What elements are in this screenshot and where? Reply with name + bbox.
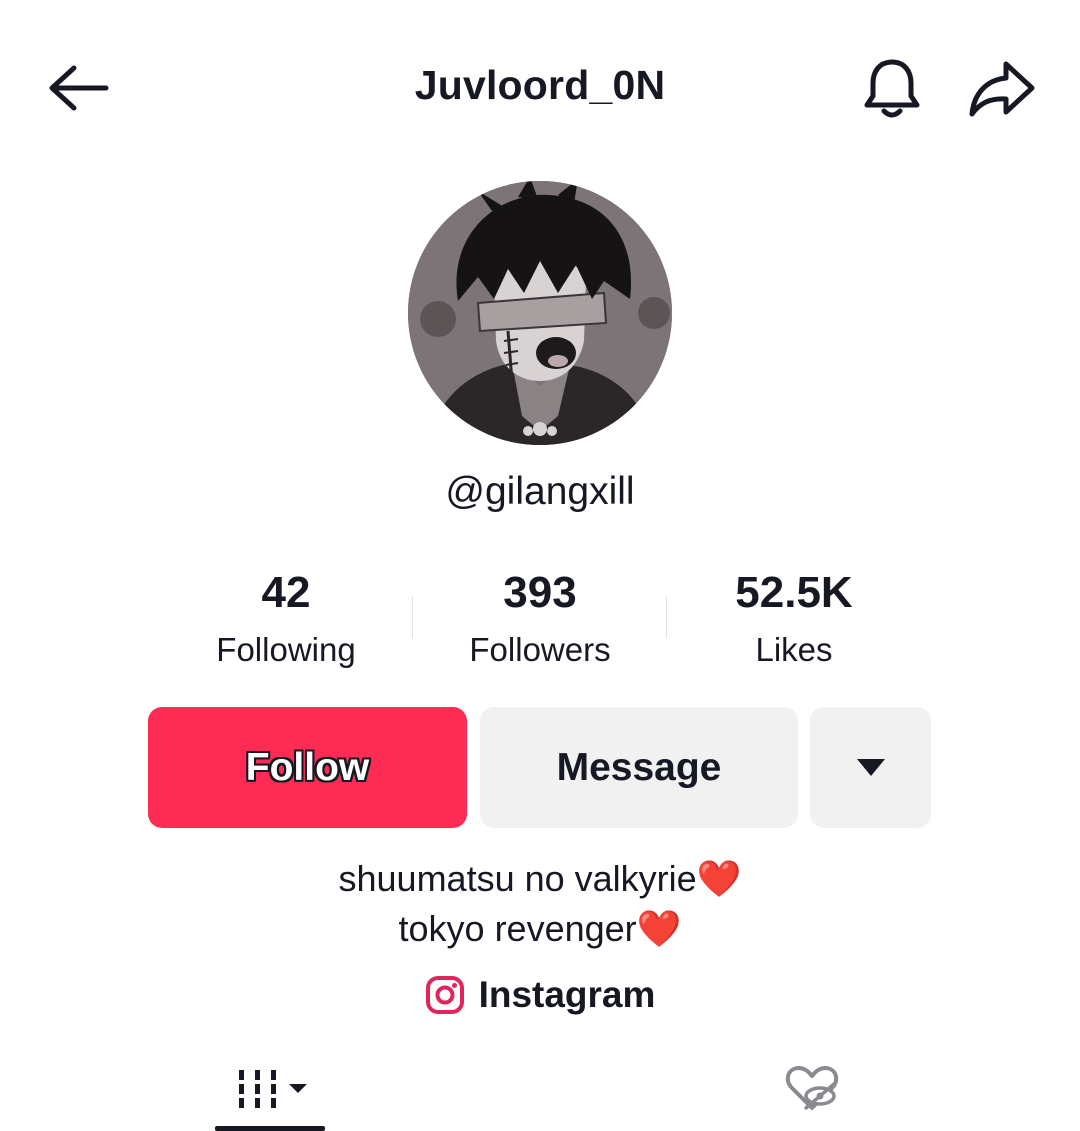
stat-label: Followers bbox=[469, 631, 611, 668]
instagram-icon bbox=[425, 976, 464, 1014]
stat-followers[interactable]: 393 Followers bbox=[413, 566, 667, 670]
stat-value: 42 bbox=[261, 568, 311, 617]
stat-value: 393 bbox=[503, 568, 577, 617]
avatar-image bbox=[408, 181, 672, 445]
profile-page: Juvloord_0N @gilangxill 42 Following 393… bbox=[0, 0, 1080, 1131]
stat-following[interactable]: 42 Following bbox=[159, 566, 413, 670]
heart-emoji: ❤️ bbox=[696, 858, 742, 899]
tab-liked[interactable] bbox=[757, 1046, 867, 1131]
liked-hidden-icon bbox=[785, 1065, 839, 1110]
heart-emoji: ❤️ bbox=[636, 908, 682, 949]
instagram-label: Instagram bbox=[478, 974, 656, 1015]
message-button[interactable]: Message bbox=[480, 707, 798, 828]
bio-text: shuumatsu no valkyrie bbox=[338, 858, 697, 899]
message-button-label: Message bbox=[556, 745, 722, 789]
stat-value: 52.5K bbox=[735, 568, 853, 617]
bio-text: tokyo revenger bbox=[398, 908, 637, 949]
avatar[interactable] bbox=[408, 181, 672, 445]
grid-icon bbox=[239, 1069, 307, 1108]
active-tab-indicator bbox=[215, 1126, 325, 1131]
stat-label: Following bbox=[216, 631, 356, 668]
more-options-button[interactable] bbox=[810, 707, 931, 828]
follow-button-label: Follow bbox=[245, 745, 370, 789]
profile-bio: shuumatsu no valkyrie❤️ tokyo revenger❤️ bbox=[0, 854, 1080, 954]
tab-videos[interactable] bbox=[215, 1046, 325, 1131]
bio-line-2: tokyo revenger❤️ bbox=[0, 904, 1080, 954]
bell-icon[interactable] bbox=[858, 56, 926, 122]
follow-button[interactable]: Follow bbox=[148, 707, 467, 828]
profile-username: @gilangxill bbox=[445, 470, 635, 513]
caret-down-icon bbox=[856, 759, 885, 776]
bio-line-1: shuumatsu no valkyrie❤️ bbox=[0, 854, 1080, 904]
stat-likes[interactable]: 52.5K Likes bbox=[667, 566, 921, 670]
instagram-link[interactable]: Instagram bbox=[0, 974, 1080, 1016]
share-icon[interactable] bbox=[966, 56, 1038, 122]
stat-label: Likes bbox=[755, 631, 833, 668]
